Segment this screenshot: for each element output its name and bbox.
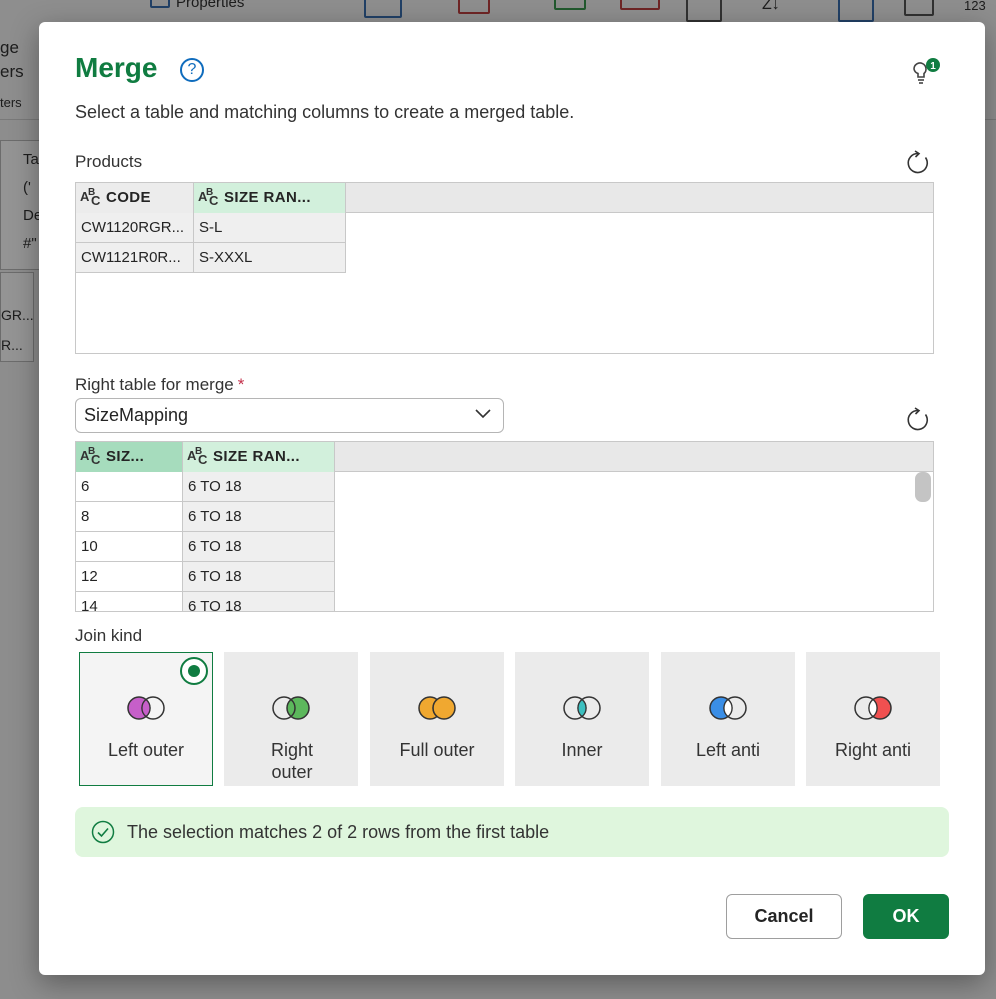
join-option-inner[interactable]: Inner xyxy=(515,652,649,786)
table-cell: 14 xyxy=(76,592,183,611)
svg-text:C: C xyxy=(209,193,219,207)
join-option-full-outer[interactable]: Full outer xyxy=(370,652,504,786)
svg-text:C: C xyxy=(91,452,101,466)
table-cell: S-XXXL xyxy=(194,243,346,273)
check-circle-icon xyxy=(91,820,115,844)
join-option-right-anti[interactable]: Right anti xyxy=(806,652,940,786)
table-cell: S-L xyxy=(194,213,346,243)
table-cell: 6 TO 18 xyxy=(183,502,335,532)
join-option-label: Left outer xyxy=(107,740,185,760)
chevron-down-icon xyxy=(475,409,491,419)
join-option-left-anti[interactable]: Left anti xyxy=(661,652,795,786)
text-type-icon: ABC xyxy=(80,446,101,466)
right-table-dropdown[interactable]: SizeMapping xyxy=(75,398,504,433)
dialog-title: Merge xyxy=(75,52,158,83)
join-kind-label: Join kind xyxy=(75,626,143,645)
join-option-label: Full outer xyxy=(399,740,475,760)
status-message: The selection matches 2 of 2 rows from t… xyxy=(127,822,550,842)
text-type-icon: ABC xyxy=(198,187,219,207)
column-header-size-range[interactable]: A B C SIZE RAN... xyxy=(194,183,346,213)
right-table-label: Right table for merge * xyxy=(75,375,245,394)
table-cell: CW1120RGR... xyxy=(76,213,194,243)
required-marker: * xyxy=(237,375,245,394)
selected-radio-icon xyxy=(180,657,208,685)
merge-dialog: Merge ? 1 Select a table and matching co… xyxy=(39,22,985,975)
table-cell: 10 xyxy=(76,532,183,562)
join-option-left-outer[interactable]: Left outer xyxy=(79,652,213,786)
ok-button[interactable]: OK xyxy=(863,894,949,939)
cancel-button[interactable]: Cancel xyxy=(726,894,842,939)
text-type-icon: ABC xyxy=(80,187,101,207)
first-table-preview: A B C CODE A B C SIZE RAN... CW1120RGR... S-L … xyxy=(75,182,934,354)
table-cell: 6 TO 18 xyxy=(183,592,335,611)
column-header-code[interactable]: A B C CODE xyxy=(76,183,194,213)
column-header-size-range[interactable]: A B C SIZE RAN... xyxy=(183,442,335,472)
vertical-scrollbar[interactable] xyxy=(915,472,931,502)
left-outer-venn-icon xyxy=(127,696,165,720)
refresh-icon[interactable] xyxy=(905,150,931,176)
full-outer-venn-icon xyxy=(418,696,456,720)
right-outer-venn-icon xyxy=(272,696,310,720)
join-option-label: Inner xyxy=(561,740,603,760)
right-table-preview: A B C SIZ... A B C SIZE RAN... 6 6 TO 18 8 6 T… xyxy=(75,441,934,612)
table-cell: CW1121R0R... xyxy=(76,243,194,273)
refresh-icon[interactable] xyxy=(905,407,931,433)
match-status-banner: The selection matches 2 of 2 rows from t… xyxy=(75,807,949,857)
notification-badge: 1 xyxy=(930,61,936,72)
left-anti-venn-icon xyxy=(709,696,747,720)
table-cell: 6 TO 18 xyxy=(183,562,335,592)
right-anti-venn-icon xyxy=(854,696,892,720)
join-option-label: Left anti xyxy=(695,740,761,760)
table-cell: 12 xyxy=(76,562,183,592)
first-table-name: Products xyxy=(75,152,143,171)
dialog-subtitle: Select a table and matching columns to c… xyxy=(75,102,575,122)
table-cell: 6 TO 18 xyxy=(183,532,335,562)
table-cell: 6 xyxy=(76,472,183,502)
table-cell: 6 TO 18 xyxy=(183,472,335,502)
join-option-right-outer[interactable]: Right outer xyxy=(224,652,358,786)
table-cell: 8 xyxy=(76,502,183,532)
inner-venn-icon xyxy=(563,696,601,720)
column-header-size[interactable]: A B C SIZ... xyxy=(76,442,183,472)
lightbulb-icon[interactable]: 1 xyxy=(907,58,941,88)
svg-text:C: C xyxy=(198,452,208,466)
text-type-icon: ABC xyxy=(187,446,208,466)
join-option-label: Right anti xyxy=(834,740,912,760)
svg-text:C: C xyxy=(91,193,101,207)
join-option-label: Right outer xyxy=(270,740,314,782)
help-icon[interactable]: ? xyxy=(180,58,204,82)
